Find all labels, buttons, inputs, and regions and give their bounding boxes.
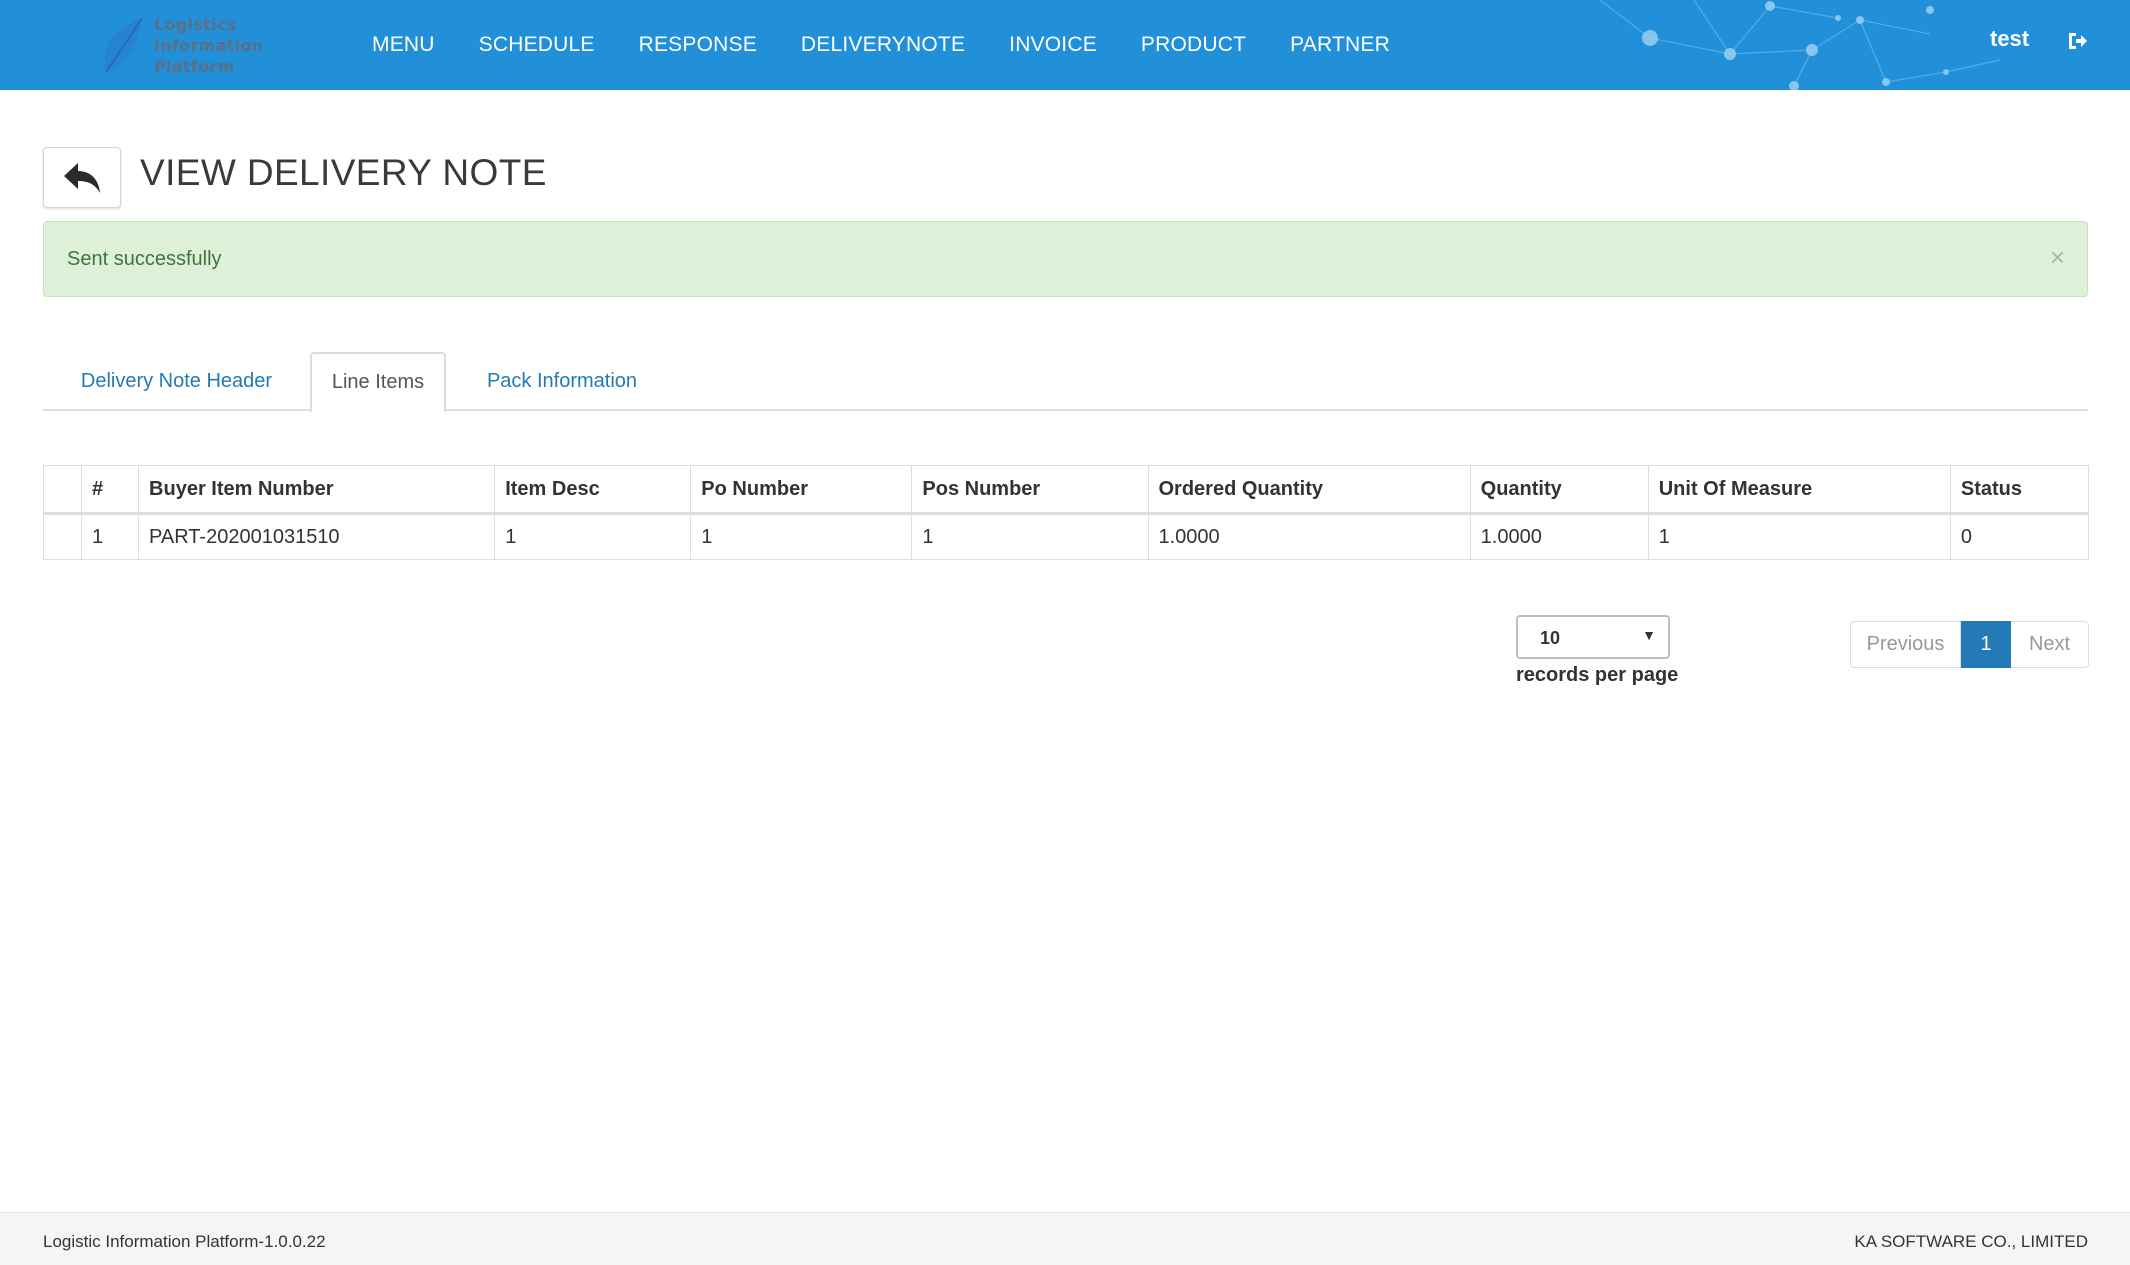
back-button[interactable] xyxy=(43,147,121,208)
footer: Logistic Information Platform-1.0.0.22 K… xyxy=(0,1212,2130,1265)
cell-quantity: 1.0000 xyxy=(1469,513,1649,560)
page-title: VIEW DELIVERY NOTE xyxy=(140,152,547,193)
nav-item-partner[interactable]: PARTNER xyxy=(1268,0,1412,90)
nav-item-product[interactable]: PRODUCT xyxy=(1119,0,1268,90)
nav-item-deliverynote[interactable]: DELIVERYNOTE xyxy=(779,0,987,90)
column-header-status[interactable]: Status xyxy=(1949,465,2090,515)
column-header-unit-of-measure[interactable]: Unit Of Measure xyxy=(1647,465,1951,515)
footer-company: KA SOFTWARE CO., LIMITED xyxy=(1854,1232,2088,1251)
cell-index: 1 xyxy=(81,513,140,560)
brand-logo[interactable]: Logistics Information Platform xyxy=(98,12,268,78)
nav-item-response[interactable]: RESPONSE xyxy=(617,0,779,90)
table-header-row: # Buyer Item Number Item Desc Po Number … xyxy=(42,465,2090,515)
pagination: Previous 1 Next xyxy=(1850,621,2089,668)
leaf-logo-icon xyxy=(105,17,143,73)
nav-item-invoice[interactable]: INVOICE xyxy=(987,0,1119,90)
cell-pos-number: 1 xyxy=(911,513,1149,560)
main-nav: MENU SCHEDULE RESPONSE DELIVERYNOTE INVO… xyxy=(350,0,1412,90)
brand-line-2: Information xyxy=(154,36,264,55)
line-items-table: # Buyer Item Number Item Desc Po Number … xyxy=(42,465,2090,560)
records-per-page-label: records per page xyxy=(1516,664,1679,686)
brand-name: Logistics Information Platform xyxy=(154,14,263,77)
cell-po-number: 1 xyxy=(690,513,913,560)
nav-item-menu[interactable]: MENU xyxy=(350,0,457,90)
nav-item-schedule[interactable]: SCHEDULE xyxy=(457,0,617,90)
previous-page-button[interactable]: Previous xyxy=(1850,621,1961,668)
column-header-po-number[interactable]: Po Number xyxy=(690,465,913,515)
column-header-quantity[interactable]: Quantity xyxy=(1469,465,1649,515)
column-header-buyer-item-number[interactable]: Buyer Item Number xyxy=(138,465,496,515)
tab-line-items[interactable]: Line Items xyxy=(310,352,446,413)
page-1-button[interactable]: 1 xyxy=(1961,621,2011,668)
cell-ordered-quantity: 1.0000 xyxy=(1147,513,1471,560)
page-size-value: 10 xyxy=(1540,628,1561,648)
tab-bar: Delivery Note Header Line Items Pack Inf… xyxy=(43,352,2088,413)
next-page-button[interactable]: Next xyxy=(2011,621,2089,668)
column-header-index[interactable]: # xyxy=(81,465,140,515)
alert-close-button[interactable]: × xyxy=(2050,244,2065,270)
column-header-ordered-quantity[interactable]: Ordered Quantity xyxy=(1147,465,1471,515)
footer-version: Logistic Information Platform-1.0.0.22 xyxy=(43,1232,326,1251)
alert-message: Sent successfully xyxy=(67,248,222,270)
column-header-pos-number[interactable]: Pos Number xyxy=(911,465,1149,515)
network-decoration xyxy=(1599,0,2001,90)
cell-item-desc: 1 xyxy=(494,513,692,560)
reply-arrow-icon xyxy=(64,162,100,193)
brand-line-3: Platform xyxy=(154,57,235,76)
table-row[interactable]: 1 PART-202001031510 1 1 1 1.0000 1.0000 … xyxy=(42,513,2090,560)
cell-status: 0 xyxy=(1949,513,2090,560)
column-header-item-desc[interactable]: Item Desc xyxy=(494,465,692,515)
cell-buyer-item-number: PART-202001031510 xyxy=(138,513,496,560)
cell-unit-of-measure: 1 xyxy=(1647,513,1951,560)
records-per-page-select[interactable]: 10 ▼ xyxy=(1516,615,1670,659)
cell-select[interactable] xyxy=(42,513,83,560)
column-header-select[interactable] xyxy=(42,465,83,515)
tab-pack-information[interactable]: Pack Information xyxy=(446,352,678,411)
chevron-down-icon: ▼ xyxy=(1642,627,1656,643)
brand-line-1: Logistics xyxy=(154,15,237,34)
tab-delivery-note-header[interactable]: Delivery Note Header xyxy=(43,352,310,411)
success-alert: Sent successfully × xyxy=(43,221,2088,297)
user-menu[interactable]: test xyxy=(1990,26,2029,52)
top-navbar: Logistics Information Platform MENU SCHE… xyxy=(0,0,2130,90)
sign-out-icon[interactable] xyxy=(2066,30,2088,52)
